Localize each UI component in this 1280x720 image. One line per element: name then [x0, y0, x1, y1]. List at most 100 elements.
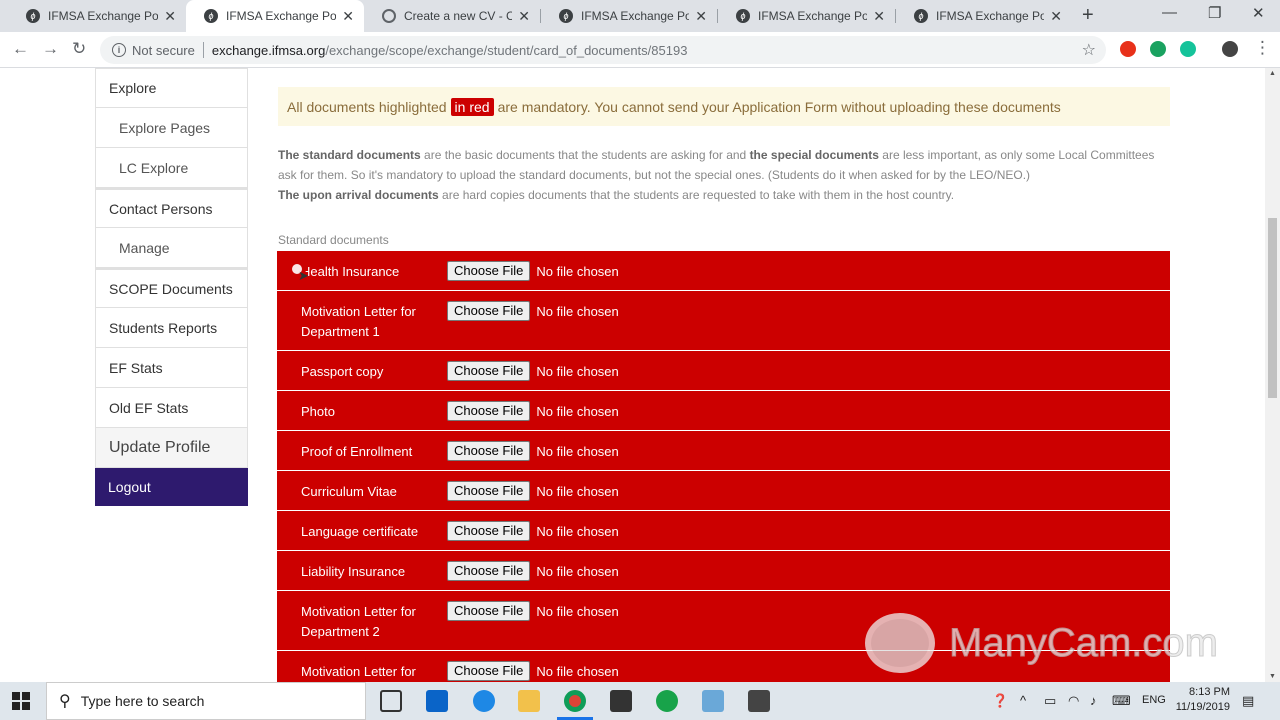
reload-icon[interactable]: ↻ [72, 39, 86, 59]
file-input: Choose File No file chosen [447, 561, 619, 581]
extension-shield-icon[interactable] [1150, 41, 1166, 57]
file-input: Choose File No file chosen [447, 301, 619, 321]
document-row: Curriculum Vitae Choose File No file cho… [277, 471, 1170, 511]
close-tab-icon[interactable]: ✕ [518, 8, 530, 25]
no-file-status: No file chosen [536, 403, 619, 419]
no-file-status: No file chosen [536, 443, 619, 459]
wifi-icon[interactable]: ◠ [1068, 693, 1079, 709]
photos-icon[interactable] [748, 690, 770, 712]
file-explorer-icon[interactable] [518, 690, 540, 712]
document-name: Passport copy [301, 364, 384, 379]
paint-icon[interactable] [702, 690, 724, 712]
close-window-icon[interactable]: ✕ [1252, 4, 1265, 22]
close-tab-icon[interactable]: ✕ [873, 8, 885, 25]
choose-file-button[interactable]: Choose File [447, 301, 531, 321]
no-file-status: No file chosen [536, 263, 619, 279]
choose-file-button[interactable]: Choose File [447, 401, 531, 421]
close-tab-icon[interactable]: ✕ [695, 8, 707, 25]
sidebar-item-ef-stats[interactable]: EF Stats [95, 348, 248, 388]
maximize-window-icon[interactable]: ❐ [1208, 4, 1221, 22]
choose-file-button[interactable]: Choose File [447, 661, 531, 681]
sidebar-item-scope-documents[interactable]: SCOPE Documents [95, 268, 248, 308]
sidebar-item-explore[interactable]: Explore [95, 68, 248, 108]
document-name: Liability Insurance [301, 564, 406, 579]
document-name: Photo [301, 404, 335, 419]
scroll-down-arrow-icon[interactable]: ▼ [1269, 673, 1276, 680]
notifications-icon[interactable]: ▤ [1242, 693, 1254, 709]
browser-tab[interactable]: ɸ IFMSA Exchange Portal ✕ [541, 0, 717, 32]
choose-file-button[interactable]: Choose File [447, 561, 531, 581]
browser-tab[interactable]: Create a new CV - CV M ✕ [364, 0, 540, 32]
document-row: Language certificate Choose File No file… [277, 511, 1170, 551]
manycam-watermark: ManyCam.com [865, 613, 1218, 673]
desc-text-3: are hard copies documents that the stude… [438, 188, 955, 202]
choose-file-button[interactable]: Choose File [447, 441, 531, 461]
desc-text-1: are the basic documents that the student… [420, 148, 750, 162]
close-tab-icon[interactable]: ✕ [1050, 8, 1062, 25]
volume-icon[interactable]: ♪ [1090, 693, 1097, 708]
logout-button[interactable]: Logout [95, 468, 248, 506]
file-input: Choose File No file chosen [447, 441, 619, 461]
extension-red-icon[interactable] [1120, 41, 1136, 57]
ifmsa-favicon-icon: ɸ [736, 9, 750, 23]
scrollbar-thumb[interactable] [1268, 218, 1277, 398]
page-scrollbar[interactable]: ▲ ▼ [1265, 68, 1280, 682]
browser-tab[interactable]: ɸ IFMSA Exchange Portal ✕ [718, 0, 895, 32]
sidebar-item-contact-persons[interactable]: Contact Persons [95, 188, 248, 228]
grammarly-extension-icon[interactable] [1180, 41, 1196, 57]
close-tab-icon[interactable]: ✕ [342, 8, 354, 25]
choose-file-button[interactable]: Choose File [447, 601, 531, 621]
file-input: Choose File No file chosen [447, 601, 619, 621]
info-icon[interactable]: i [112, 43, 126, 57]
taskbar-search-box[interactable]: ⚲ Type here to search [46, 682, 366, 720]
document-row: Health Insurance Choose File No file cho… [277, 251, 1170, 291]
language-indicator[interactable]: ENG [1142, 694, 1166, 706]
sidebar-item-old-ef-stats[interactable]: Old EF Stats [95, 388, 248, 428]
chrome-menu-icon[interactable]: ⋮ [1254, 38, 1271, 58]
new-tab-icon[interactable]: + [1082, 4, 1094, 27]
forward-arrow-icon[interactable]: → [42, 39, 59, 59]
desc-bold-special: the special documents [749, 148, 879, 162]
minimize-window-icon[interactable]: — [1162, 4, 1177, 21]
omnibox-divider [202, 42, 204, 58]
scroll-up-arrow-icon[interactable]: ▲ [1269, 70, 1276, 77]
browser-tab[interactable]: ɸ IFMSA Exchange Portal ✕ [8, 0, 186, 32]
edge-icon[interactable] [473, 690, 495, 712]
profile-avatar-icon[interactable] [1222, 41, 1238, 57]
close-tab-icon[interactable]: ✕ [164, 8, 176, 25]
windows-start-icon[interactable] [12, 692, 30, 710]
sidebar-item-update-profile[interactable]: Update Profile [95, 428, 248, 468]
app-icon[interactable] [656, 690, 678, 712]
no-file-status: No file chosen [536, 523, 619, 539]
document-name: Health Insurance [301, 264, 400, 279]
bookmark-star-icon[interactable]: ☆ [1082, 40, 1096, 60]
sidebar-item-lc-explore[interactable]: LC Explore [95, 148, 248, 188]
sidebar-item-manage[interactable]: Manage [95, 228, 248, 268]
outlook-icon[interactable] [426, 690, 448, 712]
choose-file-button[interactable]: Choose File [447, 481, 531, 501]
no-file-status: No file chosen [536, 303, 619, 319]
address-bar[interactable]: i Not secure exchange.ifmsa.org /exchang… [100, 36, 1106, 64]
no-file-status: No file chosen [536, 603, 619, 619]
search-icon: ⚲ [59, 693, 71, 710]
choose-file-button[interactable]: Choose File [447, 521, 531, 541]
help-icon[interactable]: ❓ [992, 693, 1008, 709]
page-viewport: Explore Explore Pages LC Explore Contact… [0, 68, 1265, 682]
browser-tab[interactable]: ɸ IFMSA Exchange Portal ✕ [896, 0, 1072, 32]
task-view-icon[interactable] [380, 690, 402, 712]
browser-tab-active[interactable]: ɸ IFMSA Exchange Portal ✕ [186, 0, 364, 32]
taskbar-clock[interactable]: 8:13 PM 11/19/2019 [1168, 685, 1230, 715]
back-arrow-icon[interactable]: ← [12, 39, 29, 59]
not-secure-label: Not secure [132, 42, 195, 58]
document-name: Curriculum Vitae [301, 484, 397, 499]
ifmsa-favicon-icon: ɸ [26, 9, 40, 23]
choose-file-button[interactable]: Choose File [447, 361, 531, 381]
sidebar-item-students-reports[interactable]: Students Reports [95, 308, 248, 348]
sidebar-item-explore-pages[interactable]: Explore Pages [95, 108, 248, 148]
battery-icon[interactable]: ▭ [1044, 693, 1056, 709]
keyboard-icon[interactable]: ⌨ [1112, 693, 1131, 709]
chrome-icon[interactable] [564, 690, 586, 712]
store-icon[interactable] [610, 690, 632, 712]
choose-file-button[interactable]: Choose File [447, 261, 531, 281]
show-hidden-icons-icon[interactable]: ^ [1020, 693, 1026, 708]
